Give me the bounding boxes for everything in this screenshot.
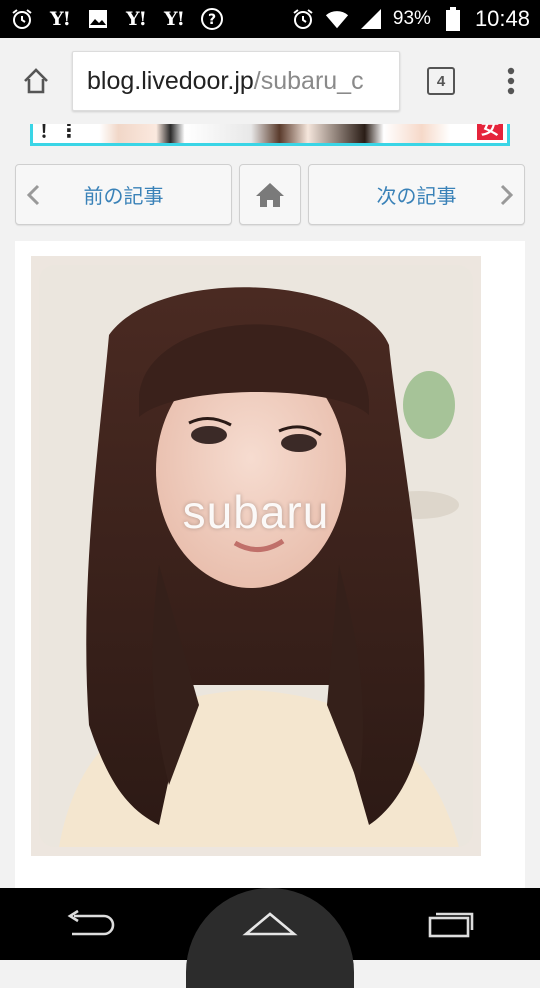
yahoo-icon: Y! (50, 8, 71, 30)
recents-icon (428, 912, 474, 938)
page-content: ！⋮ 女 前の記事 次の記事 subaru (0, 124, 540, 888)
tab-count: 4 (427, 67, 455, 95)
tabs-button[interactable]: 4 (400, 38, 482, 124)
battery-icon (441, 7, 465, 31)
next-article-button[interactable]: 次の記事 (308, 164, 525, 225)
recents-button[interactable] (360, 888, 540, 960)
blog-home-button[interactable] (239, 164, 301, 225)
next-article-label: 次の記事 (376, 186, 457, 208)
back-icon (67, 910, 115, 936)
banner-ad[interactable]: ！⋮ 女 (30, 124, 510, 146)
url-host: blog.livedoor.jp (87, 66, 254, 95)
url-path: /subaru_c (253, 66, 364, 95)
profile-photo[interactable]: subaru (31, 256, 481, 856)
chevron-right-icon (500, 184, 514, 205)
system-status: 93% 10:48 (291, 6, 530, 32)
alarm-icon (291, 7, 315, 31)
prev-article-button[interactable]: 前の記事 (15, 164, 232, 225)
prev-article-label: 前の記事 (83, 186, 164, 208)
url-bar[interactable]: blog.livedoor.jp/subaru_c (72, 51, 400, 111)
home-icon (24, 68, 48, 94)
wifi-icon (325, 7, 349, 31)
photo-watermark: subaru (182, 486, 330, 538)
status-bar: Y! Y! Y! ? 93% 10:48 (0, 0, 540, 38)
chevron-left-icon (26, 184, 40, 205)
banner-badge: 女 (477, 124, 503, 140)
photo-image: subaru (39, 265, 473, 847)
battery-percent: 93% (392, 8, 431, 29)
article-card: subaru (15, 241, 525, 888)
yahoo-icon: Y! (164, 8, 185, 30)
browser-toolbar: blog.livedoor.jp/subaru_c 4 (0, 38, 540, 124)
signal-icon (359, 7, 383, 31)
help-icon: ? (200, 7, 224, 31)
home-button[interactable] (180, 888, 360, 988)
gallery-icon (86, 7, 110, 31)
banner-mark: ！⋮ (39, 124, 79, 142)
home-key-icon (242, 912, 298, 936)
system-nav-bar (0, 888, 540, 988)
yahoo-icon: Y! (126, 8, 147, 30)
home-icon (256, 182, 284, 207)
clock: 10:48 (474, 6, 530, 31)
alarm-icon (10, 7, 34, 31)
browser-home-button[interactable] (0, 38, 72, 124)
back-button[interactable] (0, 888, 180, 960)
svg-text:?: ? (208, 12, 216, 28)
more-vert-icon (507, 67, 515, 95)
overflow-menu-button[interactable] (482, 38, 540, 124)
notification-icons: Y! Y! Y! ? (10, 7, 224, 31)
